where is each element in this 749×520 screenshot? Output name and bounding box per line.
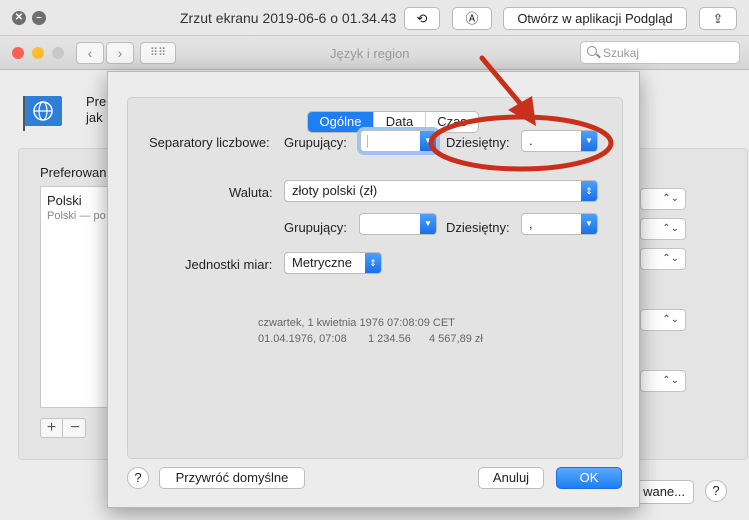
restore-defaults-button[interactable]: Przywróć domyślne	[159, 467, 305, 489]
markup-button[interactable]: Ⓐ	[452, 7, 492, 30]
tab-time[interactable]: Czas	[426, 112, 478, 132]
number-decimal-label: Dziesiętny:	[446, 135, 510, 150]
currency-decimal-popup[interactable]: , ▼	[521, 213, 598, 235]
advanced-sheet: Ogólne Data Czas Separatory liczbowe: Gr…	[107, 71, 640, 508]
currency-grouping-label: Grupujący:	[284, 220, 347, 235]
back-button[interactable]: ‹	[76, 42, 104, 64]
forward-button[interactable]: ›	[106, 42, 134, 64]
number-grouping-popup[interactable]: ▼	[360, 130, 437, 152]
open-in-preview-button[interactable]: Otwórz w aplikacji Podgląd	[503, 7, 687, 30]
number-grouping-label: Grupujący:	[284, 135, 347, 150]
up-down-chevron-icon: ⇕	[365, 253, 381, 273]
preferred-languages-label: Preferowan	[40, 165, 107, 180]
rotate-icon: ⟲	[416, 11, 428, 26]
markup-icon: Ⓐ	[465, 11, 479, 26]
number-decimal-popup[interactable]: . ▼	[521, 130, 598, 152]
zoom-window-button[interactable]	[52, 47, 64, 59]
units-label: Jednostki miar:	[185, 257, 273, 272]
text-cursor	[367, 135, 368, 148]
cancel-button[interactable]: Anuluj	[478, 467, 544, 489]
time-format-popup[interactable]: ⌃⌄	[640, 309, 686, 331]
add-remove-control: + −	[40, 418, 86, 438]
number-separators-label: Separatory liczbowe:	[149, 135, 270, 150]
text-order-popup[interactable]: ⌃⌄	[640, 370, 686, 392]
preview-window-title: Zrzut ekranu 2019-06-6 o 01.34.43	[180, 10, 397, 26]
prefs-help-button[interactable]: ?	[705, 480, 727, 502]
short-date-sample: 01.04.1976, 07:08	[258, 333, 347, 345]
share-button[interactable]: ⇪	[699, 7, 737, 30]
first-day-popup[interactable]: ⌃⌄	[640, 218, 686, 240]
show-all-button[interactable]: ⠿⠿	[140, 42, 176, 64]
up-down-chevron-icon: ⇕	[581, 181, 597, 201]
search-placeholder: Szukaj	[603, 46, 640, 60]
prefs-window-title: Język i region	[330, 46, 410, 61]
tab-general[interactable]: Ogólne	[308, 112, 374, 132]
preview-title-bar: ✕ – Zrzut ekranu 2019-06-6 o 01.34.43 ⟲ …	[0, 0, 749, 36]
minimize-window-button[interactable]	[32, 47, 44, 59]
chevron-down-icon: ▼	[420, 131, 436, 151]
remove-language-button[interactable]: −	[64, 419, 86, 437]
intro-text-line2: jak	[86, 110, 103, 125]
currency-label: Waluta:	[229, 185, 273, 200]
chevron-down-icon: ▼	[581, 131, 597, 151]
chevron-down-icon: ▼	[581, 214, 597, 234]
add-language-button[interactable]: +	[41, 419, 63, 437]
date-sample: czwartek, 1 kwietnia 1976 07:08:09 CET	[258, 317, 455, 329]
currency-popup[interactable]: złoty polski (zł) ⇕	[284, 180, 598, 202]
minimize-icon[interactable]: –	[32, 11, 46, 25]
currency-decimal-value: ,	[529, 216, 533, 231]
prefs-toolbar: ‹ › ⠿⠿ Język i region Szukaj	[0, 36, 749, 70]
currency-value: złoty polski (zł)	[292, 183, 378, 198]
currency-sample: 4 567,89 zł	[429, 333, 483, 345]
close-window-button[interactable]	[12, 47, 24, 59]
search-icon	[587, 46, 597, 56]
units-popup[interactable]: Metryczne ⇕	[284, 252, 382, 274]
units-value: Metryczne	[292, 255, 352, 270]
grid-icon: ⠿⠿	[149, 47, 167, 59]
intro-text-line1: Pre	[86, 94, 107, 109]
chevron-down-icon: ▼	[420, 214, 436, 234]
number-sample: 1 234.56	[368, 333, 411, 345]
globe-flag-icon	[23, 96, 62, 131]
search-input[interactable]: Szukaj	[580, 41, 740, 64]
help-button[interactable]: ?	[127, 467, 149, 489]
number-decimal-value: .	[529, 133, 533, 148]
close-icon[interactable]: ✕	[12, 11, 26, 25]
region-popup[interactable]: ⌃⌄	[640, 188, 686, 210]
share-icon: ⇪	[712, 11, 724, 26]
ok-button[interactable]: OK	[556, 467, 622, 489]
calendar-popup[interactable]: ⌃⌄	[640, 248, 686, 270]
tab-date[interactable]: Data	[374, 112, 426, 132]
currency-grouping-popup[interactable]: ▼	[359, 213, 437, 235]
rotate-button[interactable]: ⟲	[404, 7, 440, 30]
currency-decimal-label: Dziesiętny:	[446, 220, 510, 235]
